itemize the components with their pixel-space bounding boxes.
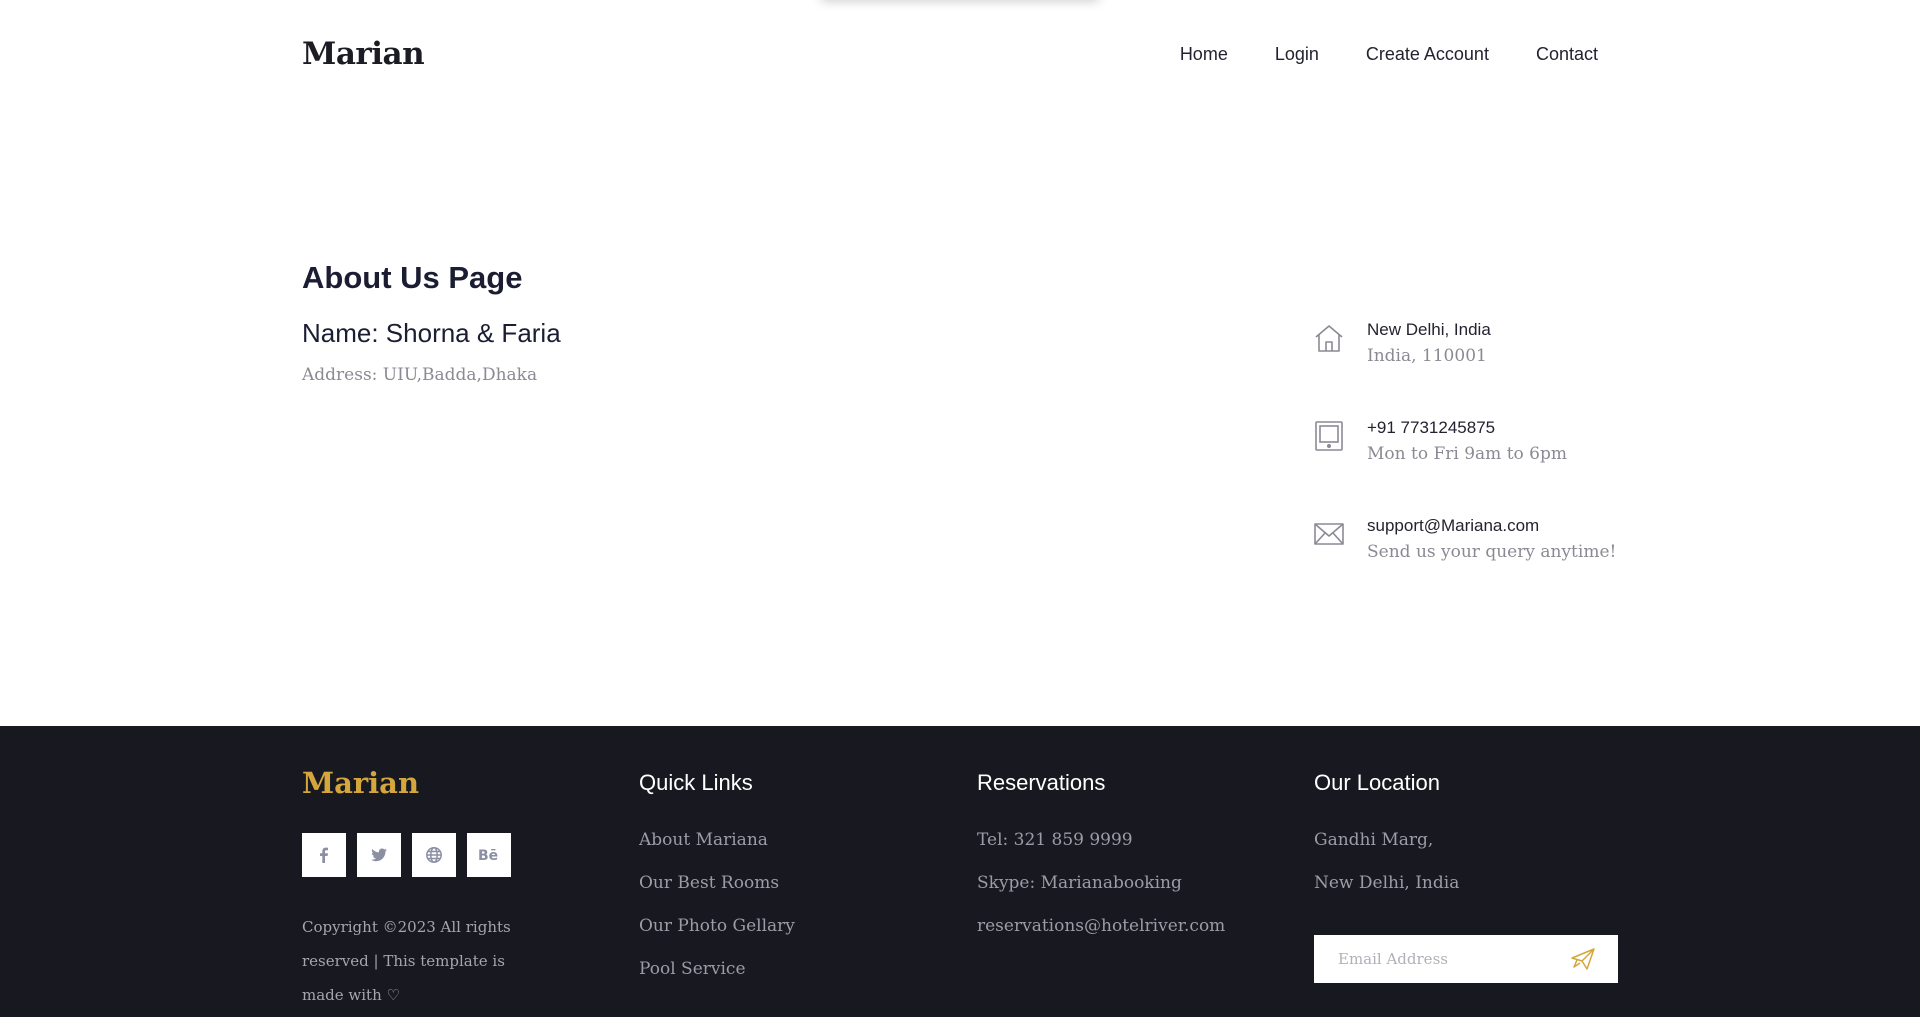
quick-link-pool[interactable]: Pool Service xyxy=(639,959,795,1002)
nav-contact[interactable]: Contact xyxy=(1536,44,1598,65)
main-nav: Home Login Create Account Contact xyxy=(1180,44,1598,65)
contact-email: support@Mariana.com Send us your query a… xyxy=(1313,516,1633,576)
contact-address-sub: India, 110001 xyxy=(1367,346,1487,366)
newsletter-email-input[interactable] xyxy=(1314,935,1564,983)
contact-address: New Delhi, India India, 110001 xyxy=(1313,320,1633,380)
newsletter-send-button[interactable] xyxy=(1570,947,1596,971)
reservation-tel: Tel: 321 859 9999 xyxy=(977,830,1133,850)
contact-email-sub: Send us your query anytime! xyxy=(1367,542,1617,562)
twitter-button[interactable] xyxy=(357,833,401,877)
quick-links-title: Quick Links xyxy=(639,770,753,795)
site-logo[interactable]: Marian xyxy=(302,36,425,72)
contact-email-title[interactable]: support@Mariana.com xyxy=(1367,516,1539,536)
contact-phone: +91 7731245875 Mon to Fri 9am to 6pm xyxy=(1313,418,1633,478)
location-street: Gandhi Marg, xyxy=(1314,830,1434,850)
twitter-icon xyxy=(371,848,387,862)
svg-text:Bē: Bē xyxy=(478,848,498,864)
quick-link-rooms[interactable]: Our Best Rooms xyxy=(639,873,795,916)
copyright-text: Copyright ©2023 All rights reserved | Th… xyxy=(302,918,511,1004)
send-icon xyxy=(1571,948,1595,970)
contact-phone-title: +91 7731245875 xyxy=(1367,418,1496,437)
page-title: About Us Page xyxy=(302,260,523,295)
globe-icon xyxy=(426,847,442,863)
about-name: Name: Shorna & Faria xyxy=(302,318,561,348)
tablet-icon xyxy=(1313,420,1345,452)
home-icon xyxy=(1313,322,1345,354)
site-header: Marian Home Login Create Account Contact xyxy=(0,0,1920,120)
contact-phone-sub: Mon to Fri 9am to 6pm xyxy=(1367,444,1567,464)
site-footer: Marian Bē Copyright ©2023 All rights res… xyxy=(0,726,1920,1017)
location-list: Gandhi Marg, New Delhi, India xyxy=(1314,830,1459,916)
nav-create-account[interactable]: Create Account xyxy=(1366,44,1489,65)
reservation-email[interactable]: reservations@hotelriver.com xyxy=(977,916,1225,959)
reservation-skype: Skype: Marianabooking xyxy=(977,873,1182,893)
behance-icon: Bē xyxy=(478,848,498,864)
quick-link-gallery[interactable]: Our Photo Gellary xyxy=(639,916,795,959)
location-title: Our Location xyxy=(1314,770,1440,795)
nav-home[interactable]: Home xyxy=(1180,44,1228,65)
facebook-button[interactable] xyxy=(302,833,346,877)
newsletter-form xyxy=(1314,935,1618,983)
mail-icon xyxy=(1313,518,1345,550)
globe-button[interactable] xyxy=(412,833,456,877)
nav-login[interactable]: Login xyxy=(1275,44,1319,65)
quick-links-list: About Mariana Our Best Rooms Our Photo G… xyxy=(639,830,795,1002)
quick-link-about[interactable]: About Mariana xyxy=(639,830,795,873)
about-address: Address: UIU,Badda,Dhaka xyxy=(302,365,538,385)
location-city: New Delhi, India xyxy=(1314,873,1460,893)
reservations-list: Tel: 321 859 9999 Skype: Marianabooking … xyxy=(977,830,1225,959)
facebook-icon xyxy=(320,847,328,863)
footer-logo[interactable]: Marian xyxy=(302,766,419,800)
reservations-title: Reservations xyxy=(977,770,1106,795)
contact-address-title: New Delhi, India xyxy=(1367,320,1491,339)
behance-button[interactable]: Bē xyxy=(467,833,511,877)
social-links: Bē xyxy=(302,833,511,877)
